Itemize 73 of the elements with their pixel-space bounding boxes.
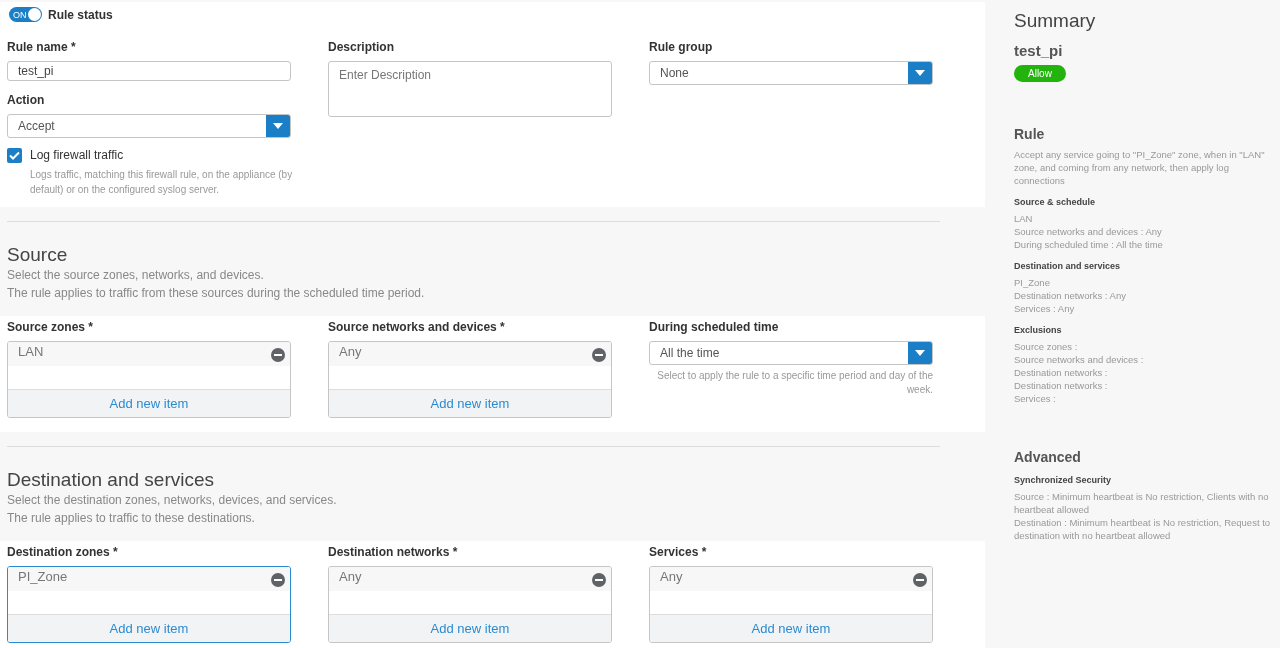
list-item: PI_Zone	[18, 569, 68, 584]
description-field[interactable]: Enter Description	[328, 61, 612, 117]
summary-text: Accept any service going to "PI_Zone" zone, when in "LAN" zone, and coming from any network, then apply log connections	[1014, 148, 1266, 187]
remove-icon[interactable]	[913, 573, 927, 587]
caret-icon	[273, 123, 283, 129]
summary-text: Destination networks : Any	[1014, 289, 1127, 302]
hint-text: Select to apply the rule to a specific time period and day of the week.	[656, 369, 933, 397]
add-item-button[interactable]: Add new item	[8, 389, 290, 417]
add-item-button[interactable]: Add new item	[650, 614, 932, 642]
toggle-label: Rule status	[48, 7, 113, 22]
caret-icon	[915, 350, 925, 356]
summary-heading: Advanced	[1014, 449, 1082, 465]
add-item-button[interactable]: Add new item	[329, 389, 611, 417]
field-label: During scheduled time	[649, 320, 780, 334]
section-description: Select the source zones, networks, and devices.	[7, 267, 265, 284]
summary-title: Summary	[1014, 10, 1097, 32]
summary-heading: Rule	[1014, 126, 1046, 142]
summary-text: PI_Zone	[1014, 276, 1051, 289]
field-label: Rule name *	[7, 40, 77, 54]
section-title: Source	[7, 244, 69, 266]
dropdown[interactable]: All the time	[649, 341, 933, 365]
checkbox-label: Log firewall traffic	[30, 148, 124, 162]
field-label: Destination zones *	[7, 545, 119, 559]
summary-text: Source networks and devices : Any	[1014, 225, 1163, 238]
field-label: Source zones *	[7, 320, 95, 334]
remove-icon[interactable]	[592, 573, 606, 587]
list-item: LAN	[18, 344, 44, 359]
item-list[interactable]: Any Add new item	[649, 566, 933, 643]
item-list[interactable]: PI_Zone Add new item	[7, 566, 291, 643]
list-item: Any	[660, 569, 683, 584]
summary-subheading: Destination and services	[1014, 261, 1122, 271]
caret-icon	[915, 70, 925, 76]
item-list[interactable]: Any Add new item	[328, 341, 612, 418]
add-item-button[interactable]: Add new item	[8, 614, 290, 642]
rule-group-dropdown[interactable]: None	[649, 61, 933, 85]
field-label: Source networks and devices *	[328, 320, 506, 334]
status-badge: Allow	[1014, 65, 1066, 82]
rule-name-field[interactable]: test_pi	[7, 61, 291, 81]
section-description: The rule applies to traffic from these sources during the scheduled time period.	[7, 285, 426, 302]
hint-text: Logs traffic, matching this firewall rule, on the appliance (by default) or on the configured syslog server.	[30, 168, 294, 197]
summary-text: Source : Minimum heartbeat is No restriction, Clients with no heartbeat allowed	[1014, 490, 1270, 516]
field-label: Description	[328, 40, 395, 54]
remove-icon[interactable]	[271, 348, 285, 362]
list-item: Any	[339, 569, 362, 584]
summary-subheading: Exclusions	[1014, 325, 1063, 335]
summary-text: Services :	[1014, 392, 1057, 405]
field-label: Services *	[649, 545, 708, 559]
summary-text: Source zones :	[1014, 340, 1079, 353]
section-description: The rule applies to traffic to these destinations.	[7, 510, 256, 527]
summary-text: Destination networks :	[1014, 379, 1109, 392]
add-item-button[interactable]: Add new item	[329, 614, 611, 642]
checkbox[interactable]	[7, 148, 22, 163]
summary-text: Destination networks :	[1014, 366, 1109, 379]
toggle-switch[interactable]: ON	[9, 7, 42, 22]
summary-text: Services : Any	[1014, 302, 1076, 315]
summary-text: During scheduled time : All the time	[1014, 238, 1164, 251]
summary-text: LAN	[1014, 212, 1034, 225]
summary-text: Source networks and devices :	[1014, 353, 1145, 366]
remove-icon[interactable]	[271, 573, 285, 587]
field-label: Destination networks *	[328, 545, 459, 559]
item-list[interactable]: Any Add new item	[328, 566, 612, 643]
summary-subheading: Synchronized Security	[1014, 475, 1113, 485]
section-title: Destination and services	[7, 469, 215, 491]
summary-subheading: Source & schedule	[1014, 197, 1097, 207]
summary-text: Destination : Minimum heartbeat is No restriction, Request to destination with no heartbeat allowed	[1014, 516, 1272, 542]
item-list[interactable]: LAN Add new item	[7, 341, 291, 418]
rule-name: test_pi	[1014, 42, 1064, 59]
field-label: Action	[7, 93, 46, 107]
action-dropdown[interactable]: Accept	[7, 114, 291, 138]
field-label: Rule group	[649, 40, 714, 54]
remove-icon[interactable]	[592, 348, 606, 362]
list-item: Any	[339, 344, 362, 359]
section-description: Select the destination zones, networks, devices, and services.	[7, 492, 338, 509]
